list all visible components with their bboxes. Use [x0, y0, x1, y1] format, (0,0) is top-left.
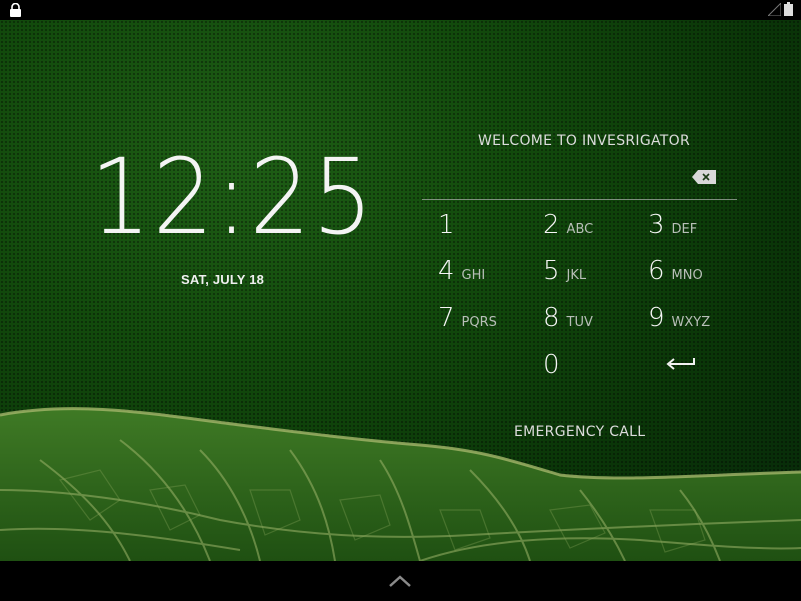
welcome-message: WELCOME TO INVESRIGATOR — [478, 133, 690, 149]
clock-date: SAT, JULY 18 — [181, 272, 265, 287]
navigation-bar — [0, 561, 801, 601]
key-5-letters: JKL — [566, 268, 587, 283]
key-4-digit: 4 — [438, 256, 455, 286]
backspace-icon[interactable] — [692, 170, 716, 184]
key-9[interactable]: 9 WXYZ — [648, 303, 710, 343]
key-3-digit: 3 — [648, 210, 665, 240]
key-9-letters: WXYZ — [671, 315, 711, 330]
key-3[interactable]: 3 DEF — [648, 210, 697, 250]
key-4-letters: GHI — [461, 268, 486, 283]
pin-entry-field[interactable] — [422, 168, 737, 200]
chevron-up-icon[interactable] — [388, 574, 412, 588]
enter-arrow-icon[interactable] — [664, 354, 696, 374]
key-6-letters: MNO — [671, 268, 703, 283]
battery-icon — [784, 2, 793, 16]
key-2-digit: 2 — [543, 210, 560, 240]
emergency-call-button[interactable]: EMERGENCY CALL — [514, 424, 645, 440]
key-7-letters: PQRS — [461, 315, 497, 330]
key-7[interactable]: 7 PQRS — [438, 303, 497, 343]
key-0[interactable]: 0 — [543, 350, 560, 390]
key-0-digit: 0 — [543, 350, 560, 380]
key-2[interactable]: 2 ABC — [543, 210, 593, 250]
signal-icon — [768, 3, 781, 16]
key-8-digit: 8 — [543, 303, 560, 333]
key-7-digit: 7 — [438, 303, 455, 333]
key-8[interactable]: 8 TUV — [543, 303, 593, 343]
key-4[interactable]: 4 GHI — [438, 256, 485, 296]
lock-icon — [10, 3, 21, 17]
key-8-letters: TUV — [566, 315, 593, 330]
key-9-digit: 9 — [648, 303, 665, 333]
key-2-letters: ABC — [566, 222, 594, 237]
key-3-letters: DEF — [671, 222, 698, 237]
key-6-digit: 6 — [648, 256, 665, 286]
key-5[interactable]: 5 JKL — [543, 256, 586, 296]
pin-underline — [422, 199, 737, 200]
key-6[interactable]: 6 MNO — [648, 256, 703, 296]
key-1[interactable]: 1 — [438, 210, 455, 250]
clock-time: 12:25 — [90, 136, 375, 258]
status-bar — [0, 0, 801, 20]
key-5-digit: 5 — [543, 256, 560, 286]
key-1-digit: 1 — [438, 210, 455, 240]
